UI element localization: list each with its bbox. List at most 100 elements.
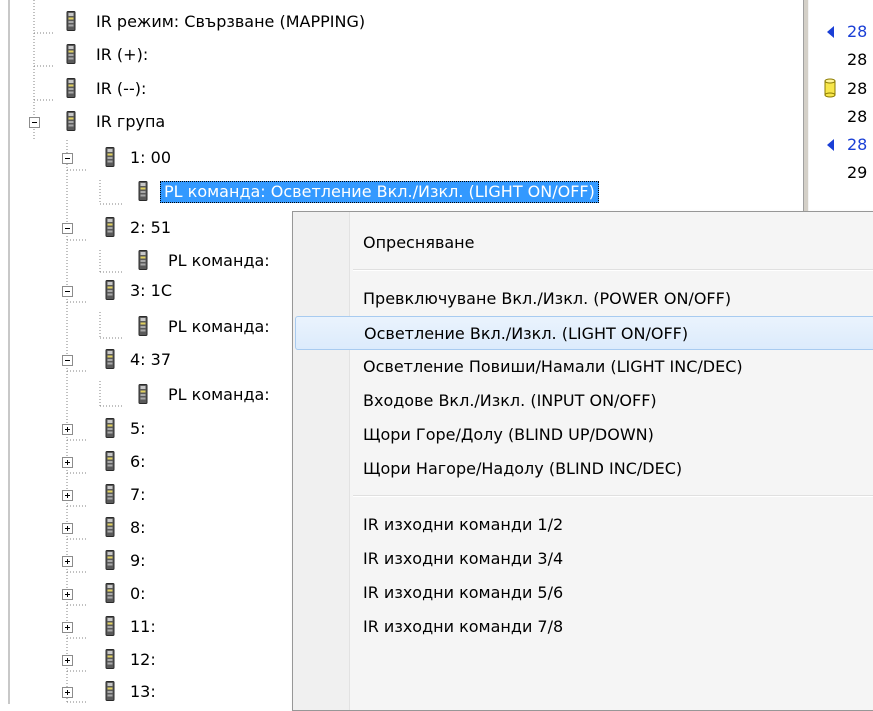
menu-separator — [353, 495, 873, 497]
device-icon — [66, 11, 78, 31]
log-row[interactable]: 28 — [809, 131, 873, 159]
device-icon — [138, 316, 150, 336]
context-menu-item-label: IR изходни команди 1/2 — [363, 515, 564, 534]
log-row-number: 29 — [847, 163, 868, 182]
device-icon — [138, 250, 150, 270]
context-menu-item-label: Щори Нагоре/Надолу (BLIND INC/DEC) — [363, 459, 683, 478]
window-left-edge — [0, 0, 10, 704]
device-icon — [105, 517, 117, 537]
device-icon — [105, 451, 117, 471]
tree-node-grp-1-cmd[interactable]: PL команда: Осветление Вкл./Изкл. (LIGHT… — [10, 181, 803, 209]
tree-node-label[interactable]: 3: 1C — [130, 280, 172, 302]
tree-node-ir-plus[interactable]: IR (+): — [10, 44, 803, 72]
device-icon — [66, 111, 78, 131]
context-menu-item[interactable]: Щори Нагоре/Надолу (BLIND INC/DEC) — [295, 452, 873, 486]
device-icon — [105, 583, 117, 603]
device-icon — [105, 217, 117, 237]
context-menu-item[interactable]: IR изходни команди 5/6 — [295, 576, 873, 610]
tree-node-label[interactable]: 13: — [130, 681, 156, 703]
context-menu-item[interactable]: IR изходни команди 1/2 — [295, 508, 873, 542]
expand-icon[interactable] — [62, 424, 73, 435]
context-menu-item-label: Превключуване Вкл./Изкл. (POWER ON/OFF) — [363, 289, 732, 308]
tree-node-label[interactable]: 6: — [130, 451, 146, 473]
log-row[interactable]: 28 — [809, 18, 873, 46]
context-menu: Опресняване Превключуване Вкл./Изкл. (POW… — [292, 211, 873, 711]
tree-node-label[interactable]: 4: 37 — [130, 349, 171, 371]
tree-node-label[interactable]: PL команда: — [168, 250, 270, 272]
tree-node-label[interactable]: 7: — [130, 484, 146, 506]
device-icon — [66, 44, 78, 64]
log-row-number: 28 — [847, 22, 868, 41]
context-menu-item[interactable]: Опресняване — [295, 226, 873, 260]
context-menu-item-label: Опресняване — [363, 233, 475, 252]
collapse-icon[interactable] — [62, 355, 73, 366]
log-row[interactable]: 28 — [809, 75, 873, 103]
device-icon — [105, 484, 117, 504]
log-row[interactable]: 28 — [809, 46, 873, 74]
log-row-number: 28 — [847, 50, 868, 69]
context-menu-item-label: IR изходни команди 3/4 — [363, 549, 564, 568]
tree-node-grp-1[interactable]: 1: 00 — [10, 147, 803, 175]
context-menu-item[interactable]: Осветление Повиши/Намали (LIGHT INC/DEC) — [295, 350, 873, 384]
cylinder-icon — [824, 78, 836, 102]
context-menu-item[interactable]: IR изходни команди 3/4 — [295, 542, 873, 576]
expand-icon[interactable] — [62, 457, 73, 468]
log-row-number: 28 — [847, 79, 868, 98]
context-menu-item-label: Щори Горе/Долу (BLIND UP/DOWN) — [363, 425, 654, 444]
tree-node-label[interactable]: PL команда: — [168, 384, 270, 406]
tree-node-label[interactable]: 9: — [130, 550, 146, 572]
device-icon — [105, 616, 117, 636]
context-menu-item[interactable]: Входове Вкл./Изкл. (INPUT ON/OFF) — [295, 384, 873, 418]
context-menu-item-label: Осветление Вкл./Изкл. (LIGHT ON/OFF) — [364, 324, 689, 343]
tree-node-label[interactable]: 0: — [130, 583, 146, 605]
device-icon — [138, 384, 150, 404]
device-icon — [105, 550, 117, 570]
collapse-icon[interactable] — [62, 286, 73, 297]
tree-node-ir-group[interactable]: IR група — [10, 111, 803, 139]
tree-node-label[interactable]: IR (--): — [96, 78, 146, 100]
arrow-left-icon — [827, 139, 834, 151]
collapse-icon[interactable] — [62, 223, 73, 234]
log-row-number: 28 — [847, 107, 868, 126]
context-menu-item-label: Осветление Повиши/Намали (LIGHT INC/DEC) — [363, 357, 743, 376]
expand-icon[interactable] — [62, 589, 73, 600]
tree-node-label[interactable]: IR режим: Свързване (MAPPING) — [96, 11, 365, 33]
expand-icon[interactable] — [62, 490, 73, 501]
tree-node-label[interactable]: 5: — [130, 418, 146, 440]
expand-icon[interactable] — [62, 523, 73, 534]
log-row[interactable]: 28 — [809, 103, 873, 131]
device-icon — [105, 349, 117, 369]
expand-icon[interactable] — [62, 655, 73, 666]
tree-node-label[interactable]: 1: 00 — [130, 147, 171, 169]
collapse-icon[interactable] — [62, 153, 73, 164]
tree-node-label[interactable]: IR (+): — [96, 44, 148, 66]
menu-separator — [353, 269, 873, 271]
context-menu-item[interactable]: Осветление Вкл./Изкл. (LIGHT ON/OFF) — [295, 316, 873, 350]
tree-node-label[interactable]: IR група — [96, 111, 165, 133]
device-icon — [105, 649, 117, 669]
log-row-number: 28 — [847, 135, 868, 154]
tree-node-label[interactable]: PL команда: — [168, 316, 270, 338]
collapse-icon[interactable] — [29, 117, 40, 128]
tree-node-label[interactable]: 2: 51 — [130, 217, 171, 239]
expand-icon[interactable] — [62, 622, 73, 633]
selected-node-label[interactable]: PL команда: Осветление Вкл./Изкл. (LIGHT… — [160, 181, 599, 203]
log-row[interactable]: 29 — [809, 159, 873, 187]
expand-icon[interactable] — [62, 687, 73, 698]
device-icon — [105, 147, 117, 167]
context-menu-item[interactable]: IR изходни команди 7/8 — [295, 610, 873, 644]
context-menu-item[interactable]: Превключуване Вкл./Изкл. (POWER ON/OFF) — [295, 282, 873, 316]
device-icon — [105, 280, 117, 300]
device-icon — [138, 181, 150, 201]
tree-node-ir-mode[interactable]: IR режим: Свързване (MAPPING) — [10, 11, 803, 39]
context-menu-item-label: Входове Вкл./Изкл. (INPUT ON/OFF) — [363, 391, 657, 410]
tree-node-label[interactable]: 11: — [130, 616, 156, 638]
tree-node-label[interactable]: 8: — [130, 517, 146, 539]
context-menu-item-label: IR изходни команди 5/6 — [363, 583, 564, 602]
context-menu-item[interactable]: Щори Горе/Долу (BLIND UP/DOWN) — [295, 418, 873, 452]
tree-node-label[interactable]: 12: — [130, 649, 156, 671]
context-menu-item-label: IR изходни команди 7/8 — [363, 617, 564, 636]
device-icon — [105, 418, 117, 438]
tree-node-ir-minus[interactable]: IR (--): — [10, 78, 803, 106]
expand-icon[interactable] — [62, 556, 73, 567]
